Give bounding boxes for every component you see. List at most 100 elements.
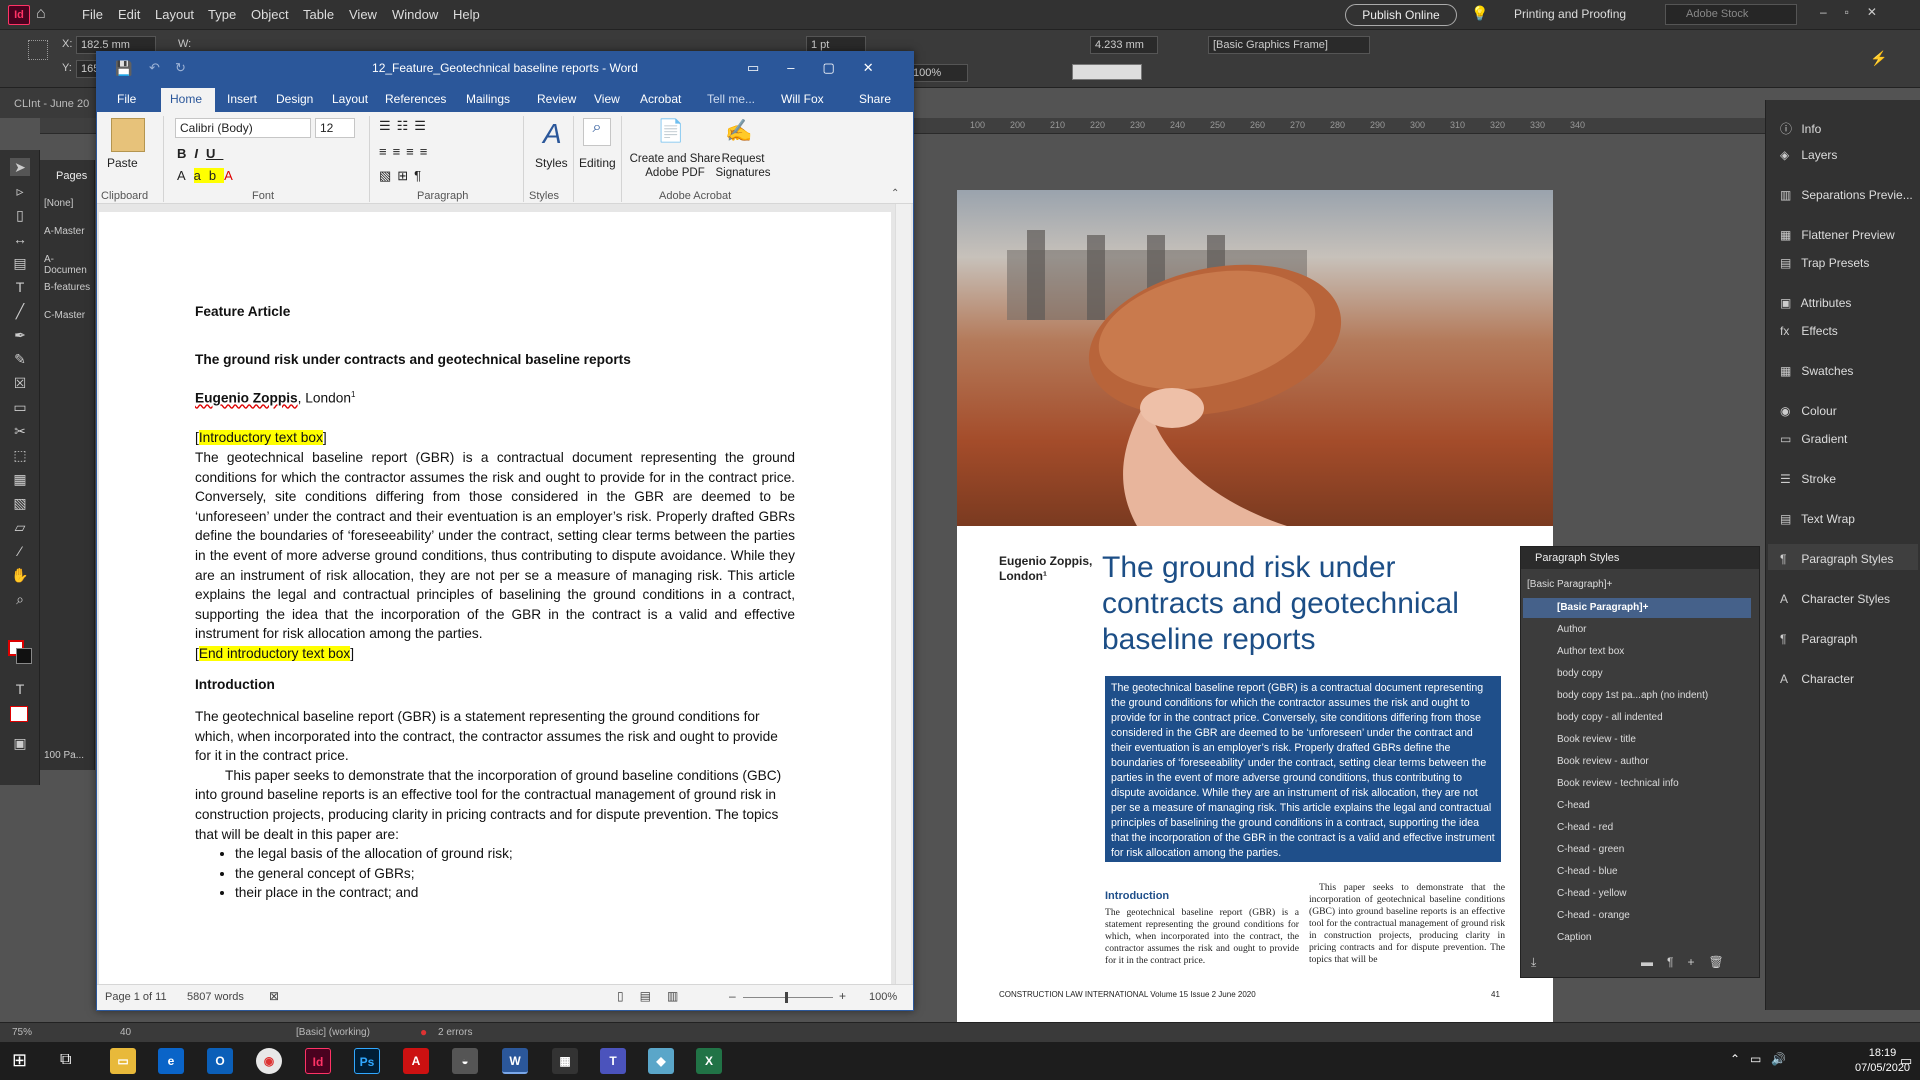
app-icon[interactable]: ◒: [452, 1048, 478, 1074]
ps-item[interactable]: body copy - all indented: [1557, 712, 1663, 723]
dock-swatches[interactable]: ▦ Swatches: [1780, 364, 1853, 378]
doc-author-line[interactable]: Eugenio Zoppis, London1: [195, 385, 795, 408]
page-intro-heading[interactable]: Introduction: [1105, 890, 1169, 902]
page-photo-rock-in-hand[interactable]: [957, 190, 1553, 526]
task-view-icon[interactable]: ⧉: [60, 1051, 71, 1069]
menu-help[interactable]: Help: [453, 7, 480, 22]
system-tray-icons[interactable]: ⌃▭🔊: [1730, 1052, 1796, 1066]
zoom-out-icon[interactable]: –: [729, 989, 736, 1003]
ps-item[interactable]: body copy 1st pa...aph (no indent): [1557, 690, 1708, 701]
workspace-switcher[interactable]: Printing and Proofing: [1514, 7, 1626, 21]
lightning-icon[interactable]: ⚡: [1870, 50, 1887, 67]
indesign-page-field[interactable]: 40: [120, 1027, 131, 1038]
menu-type[interactable]: Type: [208, 7, 236, 22]
dock-character-styles[interactable]: A Character Styles: [1780, 592, 1890, 606]
doc-intro-close-marker[interactable]: [End introductory text box]: [195, 644, 795, 664]
word-page-count[interactable]: Page 1 of 11: [105, 991, 167, 1003]
notifications-icon[interactable]: ▭: [1900, 1053, 1912, 1069]
file-explorer-icon[interactable]: ▭: [110, 1048, 136, 1074]
dock-layers[interactable]: ◈ Layers: [1780, 148, 1837, 162]
doc-feature-label[interactable]: Feature Article: [195, 302, 795, 322]
page-tool-icon[interactable]: ▯: [10, 206, 30, 224]
preflight-errors[interactable]: 2 errors: [438, 1027, 472, 1038]
ps-item[interactable]: Book review - title: [1557, 734, 1636, 745]
ps-item[interactable]: C-head - red: [1557, 822, 1613, 833]
request-signatures-icon[interactable]: ✍: [725, 118, 752, 144]
zoom-slider[interactable]: [743, 997, 833, 998]
menu-window[interactable]: Window: [392, 7, 438, 22]
load-styles-icon[interactable]: ⤓: [1531, 955, 1536, 970]
dock-stroke[interactable]: ☰ Stroke: [1780, 472, 1836, 486]
font-size-dropdown[interactable]: 12: [315, 118, 355, 138]
doc-intro-open-marker[interactable]: [Introductory text box]: [195, 428, 795, 448]
editing-icon[interactable]: ⌕: [583, 118, 611, 146]
rectangle-tool-icon[interactable]: ▭: [10, 398, 30, 416]
dock-paragraph-styles[interactable]: ¶ Paragraph Styles: [1780, 552, 1893, 566]
ps-item[interactable]: C-head - green: [1557, 844, 1624, 855]
menu-object[interactable]: Object: [251, 7, 289, 22]
dock-colour[interactable]: ◉ Colour: [1780, 404, 1837, 418]
gradient-tool-icon[interactable]: ▦: [10, 470, 30, 488]
menu-edit[interactable]: Edit: [118, 7, 140, 22]
doc-bullet-item[interactable]: their place in the contract; and: [235, 883, 795, 903]
doc-bullet-item[interactable]: the general concept of GBRs;: [235, 864, 795, 884]
hand-tool-icon[interactable]: ✋: [10, 566, 30, 584]
zoom-tool-icon[interactable]: ⌕: [10, 590, 30, 608]
dock-gradient[interactable]: ▭ Gradient: [1780, 432, 1847, 446]
bold-italic-underline-icons[interactable]: BIU: [177, 146, 223, 161]
page-column-1[interactable]: The geotechnical baseline report (GBR) i…: [1105, 907, 1299, 967]
proofing-icon[interactable]: ⊠: [269, 989, 279, 1003]
reference-point-icon[interactable]: [28, 40, 48, 60]
fill-swatch[interactable]: [1072, 64, 1142, 80]
ps-item[interactable]: C-head - blue: [1557, 866, 1618, 877]
alignment-icons[interactable]: ≡≡≡≡: [379, 144, 433, 159]
doc-intro-paragraph[interactable]: The geotechnical baseline report (GBR) i…: [195, 448, 795, 644]
text-effects-icons[interactable]: AabA: [177, 168, 241, 183]
tab-mailings[interactable]: Mailings: [466, 92, 510, 106]
tab-home[interactable]: Home: [170, 92, 202, 106]
menu-view[interactable]: View: [349, 7, 377, 22]
eyedropper-tool-icon[interactable]: ⁄: [10, 542, 30, 560]
adobe-stock-search[interactable]: Adobe Stock: [1665, 4, 1797, 25]
publish-online-button[interactable]: Publish Online: [1345, 4, 1457, 26]
tell-me-search[interactable]: Tell me...: [707, 92, 755, 106]
zoom-slider-thumb[interactable]: [785, 992, 788, 1003]
lightbulb-icon[interactable]: 💡: [1471, 5, 1488, 22]
ps-item[interactable]: Book review - technical info: [1557, 778, 1679, 789]
doc-introduction-heading[interactable]: Introduction: [195, 675, 795, 695]
ps-item[interactable]: Author: [1557, 624, 1586, 635]
pages-item-none[interactable]: [None]: [44, 198, 73, 209]
format-text-icon[interactable]: T: [10, 680, 30, 698]
word-word-count[interactable]: 5807 words: [187, 991, 244, 1003]
font-name-dropdown[interactable]: Calibri (Body): [175, 118, 311, 138]
share-button[interactable]: Share: [859, 92, 891, 106]
create-share-pdf-button[interactable]: Create and Share Adobe PDF: [629, 152, 721, 180]
rectangle-frame-tool-icon[interactable]: ☒: [10, 374, 30, 392]
windows-start-icon[interactable]: ⊞: [12, 1050, 27, 1071]
free-transform-tool-icon[interactable]: ⬚: [10, 446, 30, 464]
content-collector-icon[interactable]: ▤: [10, 254, 30, 272]
create-pdf-icon[interactable]: 📄: [657, 118, 684, 144]
paste-icon[interactable]: [111, 118, 145, 152]
page-column-2[interactable]: This paper seeks to demonstrate that the…: [1309, 882, 1505, 966]
dock-text-wrap[interactable]: ▤ Text Wrap: [1780, 512, 1855, 526]
indesign-page[interactable]: Eugenio Zoppis, London¹ The ground risk …: [957, 190, 1553, 1022]
dock-separations-preview[interactable]: ▥ Separations Previe...: [1780, 188, 1913, 202]
acrobat-icon[interactable]: A: [403, 1048, 429, 1074]
pages-item-a-master[interactable]: A-Master: [44, 226, 85, 237]
gradient-feather-tool-icon[interactable]: ▧: [10, 494, 30, 512]
home-icon[interactable]: ⌂: [36, 5, 46, 23]
pages-item-b-features[interactable]: B-features: [44, 282, 90, 293]
object-style-dropdown[interactable]: [Basic Graphics Frame]: [1208, 36, 1370, 54]
window-controls[interactable]: –▫✕: [1820, 5, 1895, 19]
account-name[interactable]: Will Fox: [781, 92, 824, 106]
note-tool-icon[interactable]: ▱: [10, 518, 30, 536]
pen-tool-icon[interactable]: ✒: [10, 326, 30, 344]
page-author[interactable]: Eugenio Zoppis, London¹: [999, 554, 1092, 584]
scissors-tool-icon[interactable]: ✂: [10, 422, 30, 440]
dock-effects[interactable]: fx Effects: [1780, 324, 1838, 338]
page-headline[interactable]: The ground risk under contracts and geot…: [1102, 550, 1502, 658]
ps-item[interactable]: body copy: [1557, 668, 1603, 679]
indesign-taskbar-icon[interactable]: Id: [305, 1048, 331, 1074]
ps-item[interactable]: Author text box: [1557, 646, 1624, 657]
